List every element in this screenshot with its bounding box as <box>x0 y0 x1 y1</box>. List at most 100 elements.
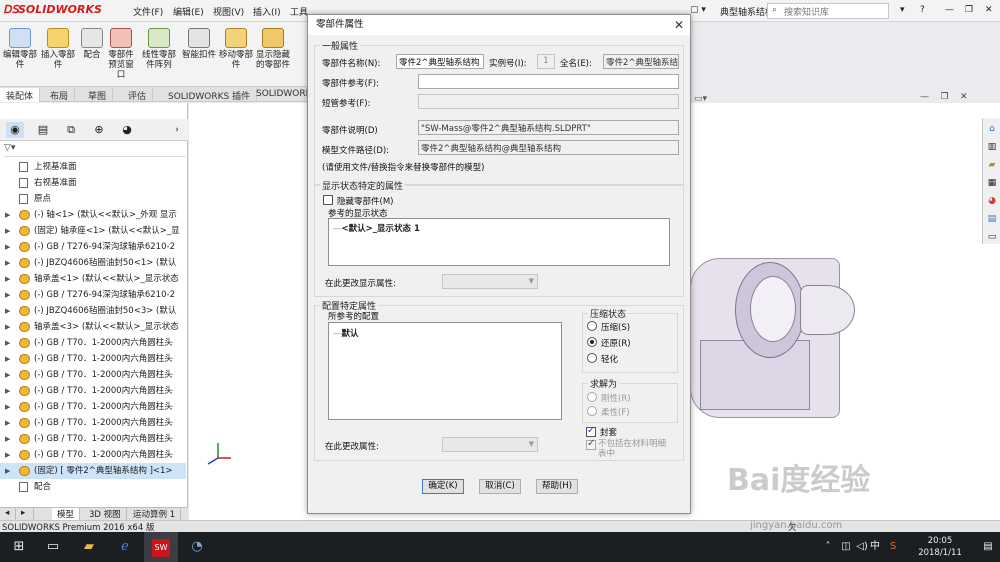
solidworks-logo[interactable]: 𝘋𝘚SOLIDWORKS <box>4 3 112 19</box>
description-field[interactable]: "SW-Mass@零件2^典型轴系结构.SLDPRT" <box>418 120 679 135</box>
insert-component-button[interactable]: 插入零部件 <box>40 22 76 86</box>
minimize-icon[interactable]: — <box>945 5 954 15</box>
config-manager-tab-icon[interactable]: ⧉ <box>62 122 80 138</box>
expand-arrow-icon[interactable]: ▶ <box>5 399 10 415</box>
expand-arrow-icon[interactable]: ▶ <box>5 223 10 239</box>
suppress-radio[interactable] <box>587 321 597 331</box>
model-path-field[interactable]: 零件2^典型轴系结构@典型轴系结构 <box>418 140 679 155</box>
tree-row[interactable]: ▶ (-) GB / T276-94深沟球轴承6210-2 <box>0 287 186 303</box>
ime-indicator[interactable]: 中 <box>868 532 882 562</box>
tree-row[interactable]: ▶ (固定) 轴承座<1> (默认<<默认>_显 <box>0 223 186 239</box>
tree-row[interactable]: ▶ (固定) [ 零件2^典型轴系结构 ]<1> <box>0 463 186 479</box>
solidworks-taskbar-icon[interactable]: SW <box>144 532 178 562</box>
hide-component-checkbox[interactable] <box>323 195 333 205</box>
short-ref-field[interactable] <box>418 94 679 109</box>
dialog-close-icon[interactable]: ✕ <box>668 15 690 35</box>
doc-restore-icon[interactable]: ❐ <box>940 92 948 102</box>
expand-arrow-icon[interactable]: ▶ <box>5 415 10 431</box>
cancel-button[interactable]: 取消(C) <box>479 479 521 494</box>
custom-properties-icon[interactable]: ▤ <box>985 212 999 226</box>
tree-filter[interactable]: ▽▾ <box>4 143 186 157</box>
monitor-icon[interactable]: ▭▾ <box>694 94 707 104</box>
task-view-icon[interactable]: ▭ <box>36 532 70 562</box>
tree-row[interactable]: ▶ (-) GB / T70．1-2000内六角圆柱头 <box>0 431 186 447</box>
instance-field[interactable]: 1 <box>537 54 555 69</box>
edit-component-button[interactable]: 编辑零部件 <box>2 22 38 86</box>
feature-tree-tab-icon[interactable]: ◉ <box>6 122 24 138</box>
flexible-radio[interactable] <box>587 406 597 416</box>
taskbar-clock[interactable]: 20:05 2018/1/11 <box>916 535 964 559</box>
tree-row[interactable]: ▶ 轴承盖<1> (默认<<默认>_显示状态 <box>0 271 186 287</box>
tree-row[interactable]: ▶ (-) JBZQ4606毡圈油封50<3> (默认 <box>0 303 186 319</box>
mate-button[interactable]: 配合 <box>78 22 106 86</box>
config-item[interactable]: ―默认 <box>333 327 359 339</box>
panel-expand-icon[interactable]: › <box>168 122 186 138</box>
tab-layout[interactable]: 布局 <box>44 88 76 102</box>
linear-pattern-button[interactable]: 线性零部件阵列 <box>138 22 180 86</box>
expand-arrow-icon[interactable]: ▶ <box>5 207 10 223</box>
envelope-checkbox[interactable] <box>586 425 596 437</box>
tab-assembly[interactable]: 装配体 <box>0 88 41 102</box>
menu-edit[interactable]: 编辑(E) <box>173 5 204 18</box>
tab-addins[interactable]: SOLIDWORKS 插件 <box>162 88 258 102</box>
display-state-item[interactable]: ―<默认>_显示状态 1 <box>333 222 420 234</box>
display-state-list[interactable]: ―<默认>_显示状态 1 <box>328 218 670 266</box>
help-icon[interactable]: ? <box>920 5 925 15</box>
restore-icon[interactable]: ❐ <box>965 5 973 15</box>
expand-arrow-icon[interactable]: ▶ <box>5 335 10 351</box>
property-manager-tab-icon[interactable]: ▤ <box>34 122 52 138</box>
toolbar-new-icon[interactable]: ▢ ▾ <box>690 5 706 15</box>
search-dropdown-icon[interactable]: ▾ <box>900 5 905 15</box>
expand-arrow-icon[interactable]: ▶ <box>5 287 10 303</box>
tab-sketch[interactable]: 草图 <box>82 88 114 102</box>
tree-row[interactable]: 配合 <box>0 479 186 495</box>
view-palette-icon[interactable]: ▦ <box>985 176 999 190</box>
forum-icon[interactable]: ▭ <box>985 230 999 244</box>
help-button[interactable]: 帮助(H) <box>536 479 578 494</box>
expand-arrow-icon[interactable]: ▶ <box>5 319 10 335</box>
rigid-radio[interactable] <box>587 392 597 402</box>
doc-close-icon[interactable]: ✕ <box>960 92 968 102</box>
reference-field[interactable] <box>418 74 679 89</box>
tree-row[interactable]: ▶ (-) GB / T70．1-2000内六角圆柱头 <box>0 335 186 351</box>
menu-file[interactable]: 文件(F) <box>133 5 163 18</box>
appearances-icon[interactable]: ◕ <box>985 194 999 208</box>
expand-arrow-icon[interactable]: ▶ <box>5 255 10 271</box>
component-name-field[interactable]: 零件2^典型轴系结构 <box>396 54 484 69</box>
sogou-icon[interactable]: S <box>884 532 902 562</box>
tree-row[interactable]: ▶ (-) GB / T70．1-2000内六角圆柱头 <box>0 383 186 399</box>
menu-view[interactable]: 视图(V) <box>213 5 244 18</box>
expand-arrow-icon[interactable]: ▶ <box>5 447 10 463</box>
menu-tools[interactable]: 工具 <box>290 5 308 18</box>
tree-row[interactable]: 上视基准面 <box>0 159 186 175</box>
lightweight-radio[interactable] <box>587 353 597 363</box>
expand-arrow-icon[interactable]: ▶ <box>5 367 10 383</box>
tree-row[interactable]: ▶ (-) GB / T70．1-2000内六角圆柱头 <box>0 399 186 415</box>
resolve-radio[interactable] <box>587 337 597 347</box>
ie-browser-icon[interactable]: ℯ <box>108 532 142 562</box>
show-hidden-button[interactable]: 显示隐藏的零部件 <box>256 22 290 86</box>
app-taskbar-icon[interactable]: ◔ <box>180 532 214 562</box>
design-library-icon[interactable]: ▥ <box>985 140 999 154</box>
expand-arrow-icon[interactable]: ▶ <box>5 431 10 447</box>
move-component-button[interactable]: 移动零部件 <box>218 22 254 86</box>
display-state-combo[interactable]: ▼ <box>442 274 538 289</box>
tree-row[interactable]: ▶ (-) 轴<1> (默认<<默认>_外观 显示 <box>0 207 186 223</box>
tree-row[interactable]: ▶ (-) GB / T70．1-2000内六角圆柱头 <box>0 447 186 463</box>
network-icon[interactable]: ◫ <box>838 532 854 562</box>
fullname-field[interactable]: 零件2^典型轴系结 <box>603 54 679 69</box>
config-list[interactable]: ―默认 <box>328 322 562 420</box>
tab-evaluate[interactable]: 评估 <box>122 88 154 102</box>
expand-arrow-icon[interactable]: ▶ <box>5 463 10 479</box>
exclude-bom-checkbox[interactable] <box>586 438 596 450</box>
bearing-cover-inner-model[interactable] <box>750 276 796 342</box>
tree-row[interactable]: ▶ (-) GB / T70．1-2000内六角圆柱头 <box>0 415 186 431</box>
tray-up-icon[interactable]: ˄ <box>820 532 836 562</box>
expand-arrow-icon[interactable]: ▶ <box>5 383 10 399</box>
menu-insert[interactable]: 插入(I) <box>253 5 281 18</box>
notification-icon[interactable]: ▤ <box>980 532 996 562</box>
file-explorer-taskbar-icon[interactable]: ▰ <box>72 532 106 562</box>
tree-row[interactable]: ▶ 轴承盖<3> (默认<<默认>_显示状态 <box>0 319 186 335</box>
tree-row[interactable]: ▶ (-) JBZQ4606毡圈油封50<1> (默认 <box>0 255 186 271</box>
expand-arrow-icon[interactable]: ▶ <box>5 239 10 255</box>
